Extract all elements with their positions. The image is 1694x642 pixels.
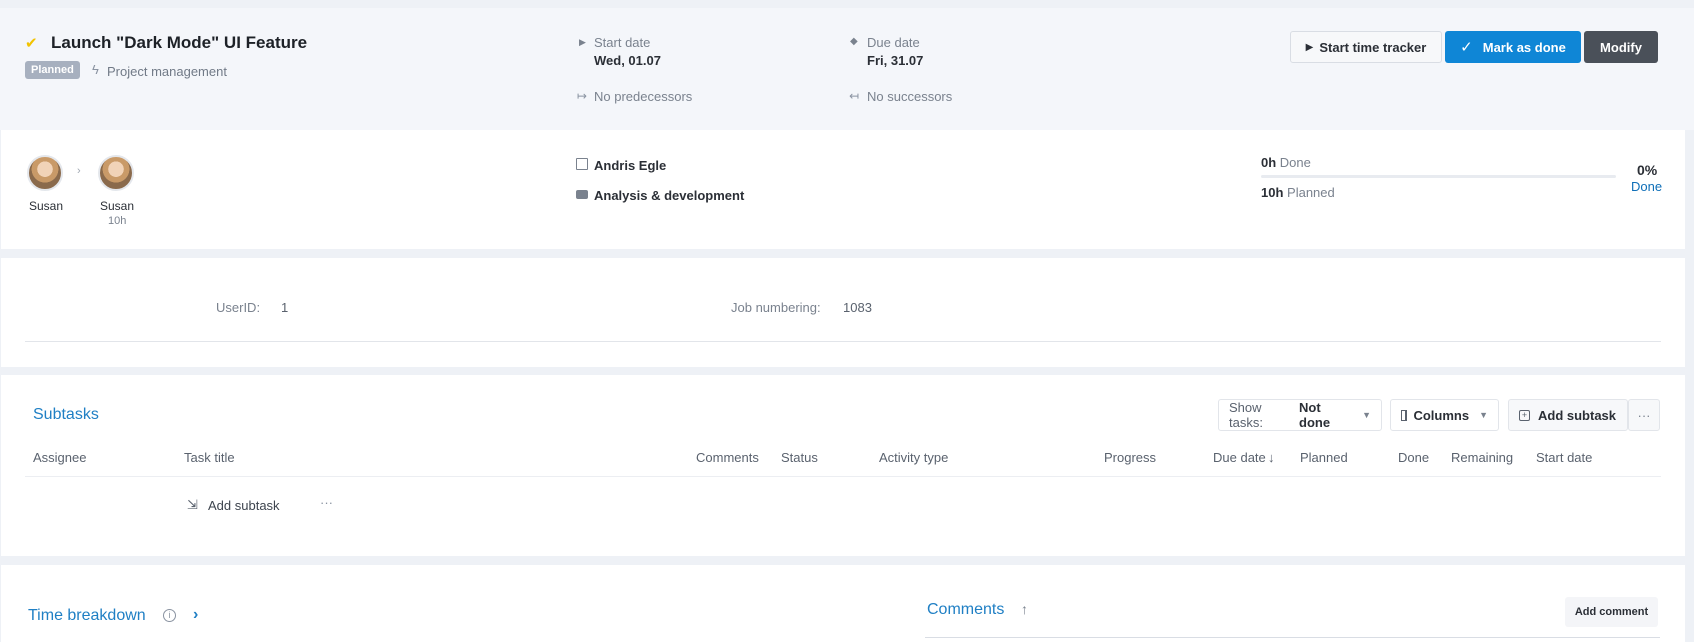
- play-icon: ▶: [1305, 41, 1314, 53]
- task-header: [0, 8, 1694, 130]
- arrow-right-bar-icon: ↦: [577, 89, 588, 103]
- column-header-due-date[interactable]: Due date: [1213, 450, 1266, 465]
- client-name[interactable]: Andris Egle: [594, 158, 666, 173]
- briefcase-icon: [576, 190, 588, 199]
- divider: [25, 476, 1661, 477]
- divider: [925, 637, 1660, 638]
- building-icon: [576, 158, 588, 170]
- progress-percent: 0%: [1637, 162, 1658, 178]
- progress-bar: [1261, 175, 1616, 178]
- successors-text[interactable]: No successors: [867, 89, 952, 104]
- chevron-down-icon: ▼: [1362, 410, 1371, 420]
- columns-button[interactable]: Columns ▼: [1390, 399, 1499, 431]
- job-numbering-label: Job numbering:: [731, 300, 821, 315]
- show-tasks-filter[interactable]: Show tasks: Not done ▼: [1218, 399, 1382, 431]
- columns-label: Columns: [1413, 407, 1470, 423]
- add-subtask-label: Add subtask: [1538, 407, 1617, 423]
- column-header-assignee[interactable]: Assignee: [33, 450, 86, 465]
- add-subtask-icon: ⇲: [187, 497, 198, 512]
- userid-value[interactable]: 1: [281, 300, 288, 315]
- column-header-start-date[interactable]: Start date: [1536, 450, 1592, 465]
- column-header-remaining[interactable]: Remaining: [1451, 450, 1513, 465]
- column-header-status[interactable]: Status: [781, 450, 818, 465]
- task-title: Launch "Dark Mode" UI Feature: [51, 33, 308, 52]
- bolt-icon: ϟ: [92, 62, 99, 77]
- add-subtask-row-link[interactable]: Add subtask: [208, 498, 280, 513]
- status-badge[interactable]: Planned: [25, 61, 80, 79]
- activity-type[interactable]: Analysis & development: [594, 188, 744, 203]
- predecessors-text[interactable]: No predecessors: [594, 89, 692, 104]
- start-date-value[interactable]: Wed, 01.07: [594, 53, 661, 68]
- info-icon[interactable]: i: [163, 609, 176, 622]
- comments-title: Comments: [927, 601, 1005, 618]
- assigner-name: Susan: [29, 199, 64, 213]
- sort-up-icon[interactable]: ↑: [1021, 601, 1028, 617]
- progress-percent-caption: Done: [1631, 179, 1663, 194]
- column-header-task-title[interactable]: Task title: [184, 450, 235, 465]
- check-icon[interactable]: ✔: [25, 34, 38, 52]
- add-comment-button[interactable]: Add comment: [1565, 597, 1658, 627]
- userid-label: UserID:: [216, 300, 261, 315]
- check-icon: ✓: [1460, 39, 1473, 56]
- show-tasks-value: Not done: [1299, 400, 1331, 430]
- column-header-progress[interactable]: Progress: [1104, 450, 1156, 465]
- chevron-right-icon: ›: [77, 165, 81, 177]
- play-icon: ▶: [579, 37, 586, 47]
- done-hours: 0h Done: [1261, 155, 1311, 170]
- show-tasks-prefix: Show tasks:: [1229, 400, 1263, 430]
- add-subtask-button[interactable]: + Add subtask: [1508, 399, 1628, 431]
- plus-square-icon: +: [1519, 409, 1530, 421]
- modify-label: Modify: [1600, 39, 1642, 55]
- add-subtask-more-button[interactable]: ···: [320, 495, 333, 510]
- chevron-down-icon: ▼: [1479, 410, 1488, 420]
- chevron-right-icon[interactable]: ›: [193, 606, 198, 624]
- assignment-card: [1, 130, 1685, 249]
- due-date-value[interactable]: Fri, 31.07: [867, 53, 923, 68]
- more-options-button[interactable]: ···: [1628, 399, 1660, 431]
- due-date-label: Due date: [867, 35, 920, 50]
- mark-as-done-button[interactable]: ✓ Mark as done: [1445, 31, 1581, 63]
- columns-icon: [1401, 409, 1408, 421]
- assignee-hours: 10h: [108, 215, 127, 227]
- avatar[interactable]: [98, 155, 134, 191]
- project-link[interactable]: Project management: [107, 64, 227, 79]
- sort-down-icon[interactable]: ↓: [1268, 450, 1275, 465]
- planned-hours: 10h Planned: [1261, 185, 1335, 200]
- mark-as-done-label: Mark as done: [1482, 39, 1566, 55]
- column-header-activity-type[interactable]: Activity type: [879, 450, 948, 465]
- column-header-comments[interactable]: Comments: [696, 450, 759, 465]
- subtasks-title: Subtasks: [33, 406, 99, 423]
- divider: [25, 341, 1661, 342]
- assignee-name: Susan: [100, 199, 135, 213]
- diamond-icon: ◆: [850, 36, 858, 47]
- start-time-tracker-label: Start time tracker: [1319, 39, 1427, 55]
- job-numbering-value[interactable]: 1083: [843, 300, 872, 315]
- bottom-card: [1, 565, 1685, 642]
- avatar[interactable]: [27, 155, 63, 191]
- start-time-tracker-button[interactable]: ▶ Start time tracker: [1290, 31, 1442, 63]
- column-header-planned[interactable]: Planned: [1300, 450, 1348, 465]
- arrow-left-bar-icon: ↤: [849, 89, 860, 103]
- column-header-done[interactable]: Done: [1398, 450, 1429, 465]
- modify-button[interactable]: Modify: [1584, 31, 1658, 63]
- start-date-label: Start date: [594, 35, 651, 50]
- time-breakdown-title[interactable]: Time breakdown: [28, 607, 146, 625]
